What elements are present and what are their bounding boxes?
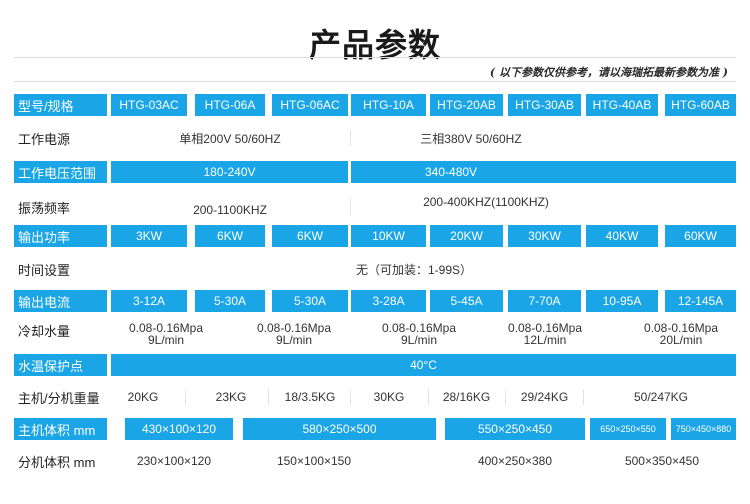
- output-current-cell: 3-12A: [111, 290, 187, 312]
- row-label: 型号/规格: [14, 94, 107, 116]
- model-cell: HTG-30AB: [508, 94, 581, 116]
- output-power-cell: 60KW: [665, 225, 736, 247]
- output-power-cell: 6KW: [272, 225, 348, 247]
- column-divider: [185, 389, 186, 405]
- main-volume-cell: 580×250×500: [243, 418, 436, 440]
- weight-cell: 23KG: [215, 390, 247, 404]
- row-label: 振荡频率: [18, 201, 71, 216]
- row-label: 分机体积 mm: [18, 454, 96, 470]
- column-divider: [583, 389, 584, 405]
- cooling-water-cell: 0.08-0.16Mpa 9L/min: [364, 319, 474, 349]
- main-volume-cell: 650×250×550: [590, 418, 666, 440]
- sub-volume-cell: 500×350×450: [624, 454, 700, 468]
- output-power-cell: 10KW: [351, 225, 426, 247]
- output-current-cell: 5-45A: [430, 290, 503, 312]
- flow-text: 9L/min: [275, 333, 313, 347]
- weight-cell: 30KG: [373, 390, 405, 404]
- frequency-cell: 200-1100KHZ: [193, 203, 267, 217]
- row-label: 水温保护点: [14, 354, 107, 376]
- weight-cell: 50/247KG: [633, 390, 689, 404]
- voltage-range-cell: 340-480V: [351, 161, 736, 183]
- water-temp-cell: 40°C: [111, 354, 736, 376]
- weight-cell: 18/3.5KG: [284, 390, 336, 404]
- spec-row-model: 型号/规格 HTG-03AC HTG-06A HTG-06AC HTG-10A …: [14, 94, 736, 116]
- row-label: 时间设置: [18, 262, 71, 278]
- spec-row-water-temp: 水温保护点 40°C: [14, 354, 736, 376]
- output-current-cell: 10-95A: [586, 290, 658, 312]
- divider: [14, 81, 736, 82]
- spec-row-sub-volume: 分机体积 mm 230×100×120 150×100×150 400×250×…: [14, 449, 736, 473]
- model-cell: HTG-10A: [351, 94, 426, 116]
- voltage-range-cell: 180-240V: [111, 161, 348, 183]
- model-cell: HTG-20AB: [430, 94, 503, 116]
- flow-text: 9L/min: [400, 333, 438, 347]
- row-label: 冷却水量: [18, 324, 71, 339]
- column-divider: [505, 389, 506, 405]
- spec-row-output-current: 输出电流 3-12A 5-30A 5-30A 3-28A 5-45A 7-70A…: [14, 290, 736, 312]
- spec-row-time-setting: 时间设置 无（可加装：1-99S）: [14, 257, 736, 281]
- model-cell: HTG-06AC: [272, 94, 348, 116]
- output-power-cell: 40KW: [586, 225, 658, 247]
- cooling-water-cell: 0.08-0.16Mpa 12L/min: [490, 319, 600, 349]
- spec-row-weight: 主机/分机重量 20KG 23KG 18/3.5KG 30KG 28/16KG …: [14, 385, 736, 409]
- row-label: 主机/分机重量: [18, 390, 100, 406]
- cooling-water-cell: 0.08-0.16Mpa 20L/min: [626, 319, 736, 349]
- page-subtitle: ( 以下参数仅供参考，请以海瑞拓最新参数为准 ): [489, 66, 728, 79]
- output-current-cell: 3-28A: [351, 290, 426, 312]
- output-current-cell: 7-70A: [508, 290, 581, 312]
- power-supply-cell: 单相200V 50/60HZ: [179, 131, 281, 146]
- sub-volume-cell: 400×250×380: [477, 454, 553, 468]
- flow-text: 12L/min: [523, 333, 567, 347]
- row-label: 工作电源: [18, 131, 71, 147]
- spec-row-output-power: 输出功率 3KW 6KW 6KW 10KW 20KW 30KW 40KW 60K…: [14, 225, 736, 247]
- weight-cell: 29/24KG: [520, 390, 569, 404]
- column-divider: [268, 389, 269, 405]
- spec-row-frequency: 振荡频率 200-1100KHZ 200-400KHZ(1100KHZ): [14, 193, 736, 219]
- weight-cell: 20KG: [127, 390, 159, 404]
- main-volume-cell: 750×450×880: [671, 418, 736, 440]
- power-supply-cell: 三相380V 50/60HZ: [420, 131, 522, 146]
- spec-row-main-volume: 主机体积 mm 430×100×120 580×250×500 550×250×…: [14, 418, 736, 440]
- flow-text: 9L/min: [147, 333, 185, 347]
- frequency-cell: 200-400KHZ(1100KHZ): [423, 195, 549, 209]
- row-label: 输出功率: [14, 225, 107, 247]
- output-power-cell: 6KW: [195, 225, 265, 247]
- sub-volume-cell: 150×100×150: [276, 454, 352, 468]
- column-divider: [428, 389, 429, 405]
- spec-row-power-supply: 工作电源 单相200V 50/60HZ 三相380V 50/60HZ: [14, 126, 736, 150]
- main-volume-cell: 550×250×450: [445, 418, 585, 440]
- row-label: 主机体积 mm: [14, 418, 107, 440]
- flow-text: 20L/min: [659, 333, 703, 347]
- row-label: 输出电流: [14, 290, 107, 312]
- time-setting-cell: 无（可加装：1-99S）: [355, 262, 473, 277]
- output-current-cell: 5-30A: [195, 290, 265, 312]
- model-cell: HTG-06A: [195, 94, 265, 116]
- model-cell: HTG-60AB: [665, 94, 736, 116]
- output-power-cell: 30KW: [508, 225, 581, 247]
- output-current-cell: 12-145A: [665, 290, 736, 312]
- cooling-water-cell: 0.08-0.16Mpa 9L/min: [239, 319, 349, 349]
- model-cell: HTG-40AB: [586, 94, 658, 116]
- model-cell: HTG-03AC: [111, 94, 187, 116]
- cooling-water-cell: 0.08-0.16Mpa 9L/min: [111, 319, 221, 349]
- main-volume-cell: 430×100×120: [125, 418, 233, 440]
- output-power-cell: 20KW: [430, 225, 503, 247]
- spec-row-cooling-water: 冷却水量 0.08-0.16Mpa 9L/min 0.08-0.16Mpa 9L…: [14, 319, 736, 349]
- divider: [14, 57, 736, 58]
- weight-cell: 28/16KG: [442, 390, 491, 404]
- row-label: 工作电压范围: [14, 161, 107, 183]
- header: 产品参数 ( 以下参数仅供参考，请以海瑞拓最新参数为准 ): [0, 0, 750, 92]
- page-title: 产品参数: [308, 26, 441, 64]
- spec-row-voltage-range: 工作电压范围 180-240V 340-480V: [14, 161, 736, 183]
- sub-volume-cell: 230×100×120: [136, 454, 212, 468]
- output-power-cell: 3KW: [111, 225, 187, 247]
- output-current-cell: 5-30A: [272, 290, 348, 312]
